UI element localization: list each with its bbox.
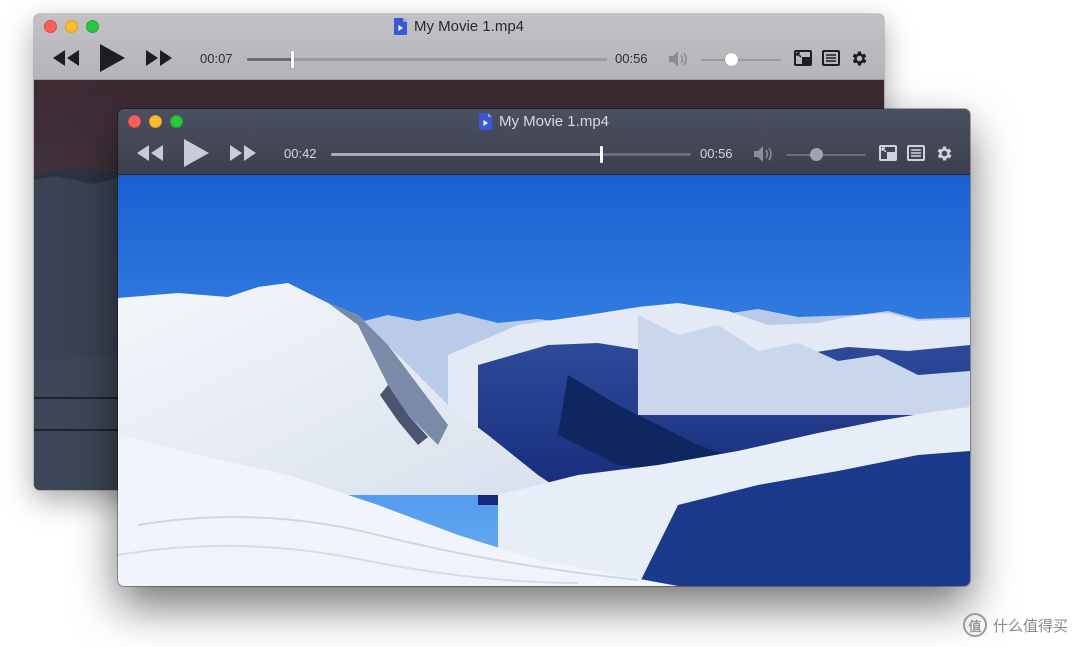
titlebar[interactable]: My Movie 1.mp4 00:07 00:56 [34, 14, 884, 80]
playback-controls: 00:07 00:56 [34, 42, 884, 76]
video-file-icon [478, 113, 492, 130]
rewind-icon[interactable] [52, 47, 80, 69]
window-title: My Movie 1.mp4 [34, 18, 884, 35]
speaker-icon[interactable] [753, 145, 775, 163]
video-image [118, 175, 970, 586]
duration: 00:56 [700, 146, 733, 161]
speaker-icon[interactable] [668, 50, 690, 68]
fast-forward-icon[interactable] [229, 142, 257, 164]
fast-forward-icon[interactable] [145, 47, 173, 69]
watermark-logo: 值 [962, 613, 987, 637]
seek-bar[interactable] [331, 146, 691, 163]
gear-icon[interactable] [850, 49, 869, 68]
picture-in-picture-icon[interactable] [794, 50, 812, 66]
rewind-icon[interactable] [136, 142, 164, 164]
foreground-player-window[interactable]: My Movie 1.mp4 00:42 00:56 [118, 109, 970, 586]
current-time: 00:07 [200, 51, 233, 66]
title-text: My Movie 1.mp4 [498, 113, 610, 130]
seek-bar[interactable] [247, 51, 607, 68]
video-file-icon [393, 18, 407, 35]
volume-slider[interactable] [701, 53, 781, 66]
play-icon[interactable] [182, 138, 210, 168]
seek-fill [331, 153, 601, 156]
playlist-icon[interactable] [907, 145, 925, 161]
picture-in-picture-icon[interactable] [879, 145, 897, 161]
volume-handle[interactable] [725, 53, 739, 66]
duration: 00:56 [615, 51, 648, 66]
watermark: 值 什么值得买 [962, 613, 1068, 637]
window-title: My Movie 1.mp4 [118, 113, 970, 130]
gear-icon[interactable] [935, 144, 954, 163]
play-icon[interactable] [98, 43, 126, 73]
video-frame[interactable] [118, 175, 970, 586]
seek-handle[interactable] [600, 146, 603, 163]
current-time: 00:42 [284, 146, 317, 161]
playlist-icon[interactable] [822, 50, 840, 66]
volume-slider[interactable] [786, 148, 866, 161]
titlebar[interactable]: My Movie 1.mp4 00:42 00:56 [118, 109, 970, 175]
watermark-text: 什么值得买 [992, 617, 1068, 635]
volume-handle[interactable] [810, 148, 824, 161]
playback-controls: 00:42 00:56 [118, 137, 970, 171]
seek-fill [247, 58, 292, 61]
title-text: My Movie 1.mp4 [413, 18, 525, 35]
seek-handle[interactable] [291, 51, 294, 68]
